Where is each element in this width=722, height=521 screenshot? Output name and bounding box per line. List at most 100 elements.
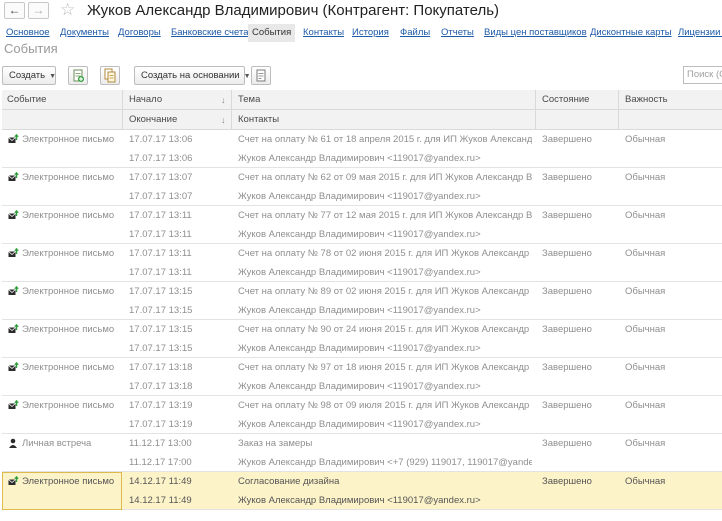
back-button[interactable]: ←	[4, 2, 25, 19]
window-title: Жуков Александр Владимирович (Контрагент…	[87, 2, 500, 19]
email-outgoing-icon	[8, 134, 19, 143]
importance-cell: Обычная	[625, 286, 666, 297]
state-cell: Завершено	[542, 286, 592, 297]
column-header-importance[interactable]: Важность	[620, 90, 668, 110]
tab-supplier-prices[interactable]: Виды цен поставщиков	[484, 24, 587, 42]
table-row[interactable]: Электронное письмо 17.07.17 13:07 Счет на …	[2, 168, 722, 206]
importance-cell: Обычная	[625, 134, 666, 145]
contact-cell: Жуков Александр Владимирович <119017@yan…	[238, 419, 481, 430]
table-row[interactable]: Электронное письмо 17.07.17 13:11 Счет на …	[2, 206, 722, 244]
tab-events[interactable]: События	[248, 24, 296, 42]
start-time-cell: 11.12.17 13:00	[129, 438, 192, 449]
email-outgoing-icon	[8, 248, 19, 257]
event-type-cell: Личная встреча	[22, 438, 92, 449]
create-button-label: Создать	[9, 70, 46, 81]
email-outgoing-icon	[8, 286, 19, 295]
column-header-end[interactable]: Окончание	[124, 110, 177, 130]
forward-button[interactable]: →	[28, 2, 49, 19]
tab-documents[interactable]: Документы	[60, 24, 109, 42]
subject-cell: Счет на оплату № 61 от 18 апреля 2015 г.…	[238, 134, 532, 145]
tab-discount-cards[interactable]: Дисконтные карты	[590, 24, 672, 42]
event-type-cell: Электронное письмо	[22, 400, 115, 411]
start-time-cell: 17.07.17 13:19	[129, 400, 193, 411]
importance-cell: Обычная	[625, 248, 666, 259]
copy-button[interactable]	[100, 66, 120, 85]
tab-licenses[interactable]: Лицензии г	[678, 24, 722, 42]
start-time-cell: 17.07.17 13:11	[129, 210, 192, 221]
section-title: События	[4, 41, 58, 56]
tab-main[interactable]: Основное	[6, 24, 50, 42]
start-time-cell: 17.07.17 13:07	[129, 172, 193, 183]
create-based-on-button[interactable]: Создать на основании ▼	[134, 66, 251, 85]
document-add-icon	[73, 69, 84, 82]
arrow-left-icon: ←	[8, 3, 21, 17]
document-report-icon	[256, 69, 266, 82]
subject-cell: Счет на оплату № 98 от 09 июля 2015 г. д…	[238, 400, 532, 411]
state-cell: Завершено	[542, 362, 592, 373]
end-time-cell: 17.07.17 13:11	[129, 229, 192, 240]
start-time-cell: 17.07.17 13:06	[129, 134, 193, 145]
contact-cell: Жуков Александр Владимирович <+7 (929) 1…	[238, 457, 532, 468]
end-time-cell: 17.07.17 13:15	[129, 305, 193, 316]
table-row[interactable]: Электронное письмо 17.07.17 13:06 Счет на …	[2, 130, 722, 168]
contact-cell: Жуков Александр Владимирович <119017@yan…	[238, 267, 481, 278]
sort-arrow-icon: ↓	[221, 95, 226, 105]
column-header-state[interactable]: Состояние	[537, 90, 589, 110]
email-outgoing-icon	[8, 400, 19, 409]
column-header-event[interactable]: Событие	[2, 90, 46, 110]
state-cell: Завершено	[542, 476, 592, 487]
table-row[interactable]: Электронное письмо 17.07.17 13:15 Счет на …	[2, 282, 722, 320]
subject-cell: Счет на оплату № 97 от 18 июня 2015 г. д…	[238, 362, 532, 373]
start-time-cell: 17.07.17 13:11	[129, 248, 192, 259]
event-type-cell: Электронное письмо	[22, 286, 115, 297]
tab-history[interactable]: История	[352, 24, 389, 42]
event-type-cell: Электронное письмо	[22, 324, 115, 335]
create-button[interactable]: Создать ▼	[2, 66, 56, 85]
person-meeting-icon	[9, 438, 17, 448]
state-cell: Завершено	[542, 324, 592, 335]
column-header-start[interactable]: Начало	[124, 90, 162, 110]
state-cell: Завершено	[542, 172, 592, 183]
table-row[interactable]: Электронное письмо 14.12.17 11:49 Согласов…	[2, 472, 722, 510]
end-time-cell: 17.07.17 13:15	[129, 343, 193, 354]
tab-contracts[interactable]: Договоры	[118, 24, 161, 42]
search-input[interactable]: Поиск (С	[683, 66, 722, 84]
subject-cell: Согласование дизайна	[238, 476, 340, 487]
start-time-cell: 17.07.17 13:18	[129, 362, 193, 373]
tab-contacts[interactable]: Контакты	[303, 24, 344, 42]
start-time-cell: 14.12.17 11:49	[129, 476, 192, 487]
column-divider	[535, 90, 536, 130]
end-time-cell: 17.07.17 13:11	[129, 267, 192, 278]
print-button[interactable]	[251, 66, 271, 85]
event-type-cell: Электронное письмо	[22, 134, 115, 145]
email-outgoing-icon	[8, 172, 19, 181]
contact-cell: Жуков Александр Владимирович <119017@yan…	[238, 191, 481, 202]
table-row[interactable]: Личная встреча 11.12.17 13:00 Заказ на зам…	[2, 434, 722, 472]
end-time-cell: 14.12.17 11:49	[129, 495, 192, 506]
state-cell: Завершено	[542, 400, 592, 411]
column-header-contacts[interactable]: Контакты	[233, 110, 279, 130]
tab-files[interactable]: Файлы	[400, 24, 430, 42]
chevron-down-icon: ▼	[49, 73, 57, 80]
tab-reports[interactable]: Отчеты	[441, 24, 474, 42]
title-bar: ← → ☆ Жуков Александр Владимирович (Конт…	[0, 0, 722, 24]
favorite-star-icon[interactable]: ☆	[60, 0, 75, 20]
event-type-cell: Электронное письмо	[22, 248, 115, 259]
add-from-list-button[interactable]	[68, 66, 88, 85]
column-divider	[618, 90, 619, 130]
column-header-subject[interactable]: Тема	[233, 90, 260, 110]
table-header-secondary: Окончание ↓ Контакты	[2, 110, 722, 130]
table-row[interactable]: Электронное письмо 17.07.17 13:19 Счет на …	[2, 396, 722, 434]
table-row[interactable]: Электронное письмо 17.07.17 13:15 Счет на …	[2, 320, 722, 358]
selection-frame	[2, 472, 122, 510]
contact-cell: Жуков Александр Владимирович <119017@yan…	[238, 495, 481, 506]
start-time-cell: 17.07.17 13:15	[129, 324, 193, 335]
sort-arrow-icon: ↓	[221, 115, 226, 125]
state-cell: Завершено	[542, 210, 592, 221]
table-row[interactable]: Электронное письмо 17.07.17 13:11 Счет на …	[2, 244, 722, 282]
end-time-cell: 11.12.17 17:00	[129, 457, 192, 468]
end-time-cell: 17.07.17 13:07	[129, 191, 193, 202]
arrow-right-icon: →	[32, 3, 45, 17]
table-row[interactable]: Электронное письмо 17.07.17 13:18 Счет на …	[2, 358, 722, 396]
tab-bank-accounts[interactable]: Банковские счета	[171, 24, 248, 42]
